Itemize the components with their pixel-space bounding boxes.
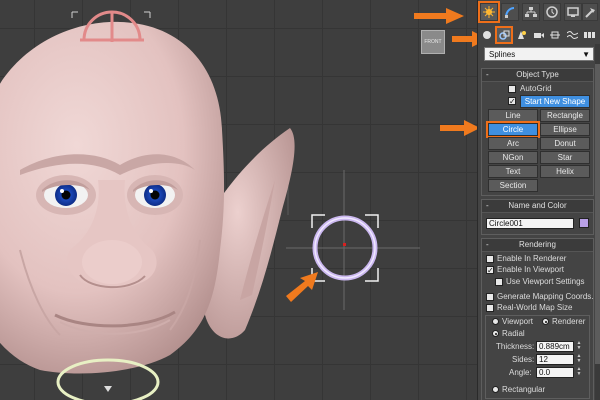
enable-renderer-label: Enable In Renderer <box>497 254 567 263</box>
command-panel-tabs <box>478 0 600 26</box>
dropdown-value: Splines <box>489 50 516 59</box>
ngon-button[interactable]: NGon <box>488 151 538 164</box>
helpers-category[interactable] <box>548 28 562 42</box>
create-category-tabs <box>478 26 600 44</box>
command-panel: Splines ▼ - Object Type AutoGrid ✓ Start… <box>477 0 600 400</box>
start-new-shape-button[interactable]: Start New Shape <box>520 95 590 108</box>
renderer-radio[interactable] <box>542 318 549 325</box>
radial-radio[interactable] <box>492 330 499 337</box>
generate-mapping-label: Generate Mapping Coords. <box>497 292 594 301</box>
name-color-header[interactable]: - Name and Color <box>482 200 593 213</box>
arc-button[interactable]: Arc <box>488 137 538 150</box>
real-world-map-label: Real-World Map Size <box>497 303 573 312</box>
display-tab[interactable] <box>564 3 582 21</box>
line-button[interactable]: Line <box>488 109 538 122</box>
hierarchy-icon <box>525 7 537 17</box>
object-name-input[interactable]: Circle001 <box>486 218 574 229</box>
shape-type-dropdown[interactable]: Splines ▼ <box>484 47 594 61</box>
collapse-sign: - <box>486 201 489 210</box>
viewport-radio-label: Viewport <box>502 317 533 326</box>
render-settings-group: Viewport Renderer Radial Thickness: 0.88… <box>485 315 590 399</box>
systems-category[interactable] <box>582 28 596 42</box>
geometry-icon <box>483 31 491 39</box>
start-new-shape-checkbox[interactable]: ✓ <box>508 97 516 106</box>
scrollbar-thumb[interactable] <box>595 64 600 364</box>
object-type-rollout: - Object Type AutoGrid ✓ Start New Shape… <box>481 68 594 196</box>
motion-icon <box>546 6 558 18</box>
cameras-category[interactable] <box>531 28 545 42</box>
section-button[interactable]: Section <box>488 179 538 192</box>
autogrid-checkbox[interactable] <box>508 85 516 93</box>
callout-arrow-circle-button <box>440 120 480 136</box>
space-warps-icon <box>566 31 578 39</box>
rectangular-label: Rectangular <box>502 385 546 394</box>
thickness-spinner[interactable]: ▲ ▼ <box>576 341 582 352</box>
modify-icon <box>505 7 515 18</box>
radial-label: Radial <box>502 329 525 338</box>
helpers-icon <box>550 31 560 39</box>
angle-input[interactable]: 0.0 <box>536 367 574 378</box>
rendering-header[interactable]: - Rendering <box>482 239 593 252</box>
circle-button[interactable]: Circle <box>486 121 540 138</box>
shapes-icon <box>498 30 509 40</box>
space-warps-category[interactable] <box>565 28 579 42</box>
sides-label: Sides: <box>512 355 535 364</box>
chevron-down-icon: ▼ <box>582 50 590 59</box>
star-button[interactable]: Star <box>540 151 590 164</box>
thickness-label: Thickness: <box>496 342 535 351</box>
ellipse-button[interactable]: Ellipse <box>540 123 590 136</box>
enable-viewport-label: Enable In Viewport <box>497 265 565 274</box>
collapse-sign: - <box>486 240 489 249</box>
front-viewport[interactable]: FRONT <box>0 0 477 400</box>
helix-button[interactable]: Helix <box>540 165 590 178</box>
scene <box>0 10 420 400</box>
rendering-rollout: - Rendering Enable In Renderer ✓ Enable … <box>481 238 594 400</box>
thickness-input[interactable]: 0.889cm <box>536 341 574 352</box>
modify-tab[interactable] <box>501 3 519 21</box>
text-button[interactable]: Text <box>488 165 538 178</box>
rectangle-button[interactable]: Rectangle <box>540 109 590 122</box>
angle-spinner[interactable]: ▲ ▼ <box>576 367 582 378</box>
lights-category[interactable] <box>514 28 528 42</box>
use-viewport-settings-checkbox[interactable] <box>495 278 503 286</box>
autogrid-label: AutoGrid <box>520 84 552 93</box>
rectangular-radio[interactable] <box>492 386 499 393</box>
geometry-category[interactable] <box>480 28 494 42</box>
sides-spinner[interactable]: ▲ ▼ <box>576 354 582 365</box>
lights-icon <box>518 31 526 39</box>
viewport-radio[interactable] <box>492 318 499 325</box>
utilities-tab[interactable] <box>582 3 598 21</box>
enable-renderer-checkbox[interactable] <box>486 255 494 263</box>
renderer-radio-label: Renderer <box>552 317 586 326</box>
name-color-rollout: - Name and Color Circle001 <box>481 199 594 235</box>
motion-tab[interactable] <box>543 3 561 21</box>
real-world-map-checkbox[interactable] <box>486 304 494 312</box>
systems-icon <box>583 32 595 38</box>
collapse-sign: - <box>486 70 489 79</box>
hierarchy-tab[interactable] <box>522 3 540 21</box>
generate-mapping-checkbox[interactable] <box>486 293 494 301</box>
hammer-icon <box>585 8 595 18</box>
shapes-category[interactable] <box>495 26 513 44</box>
angle-label: Angle: <box>509 368 532 377</box>
command-panel-scrollbar[interactable] <box>595 44 600 400</box>
display-icon <box>567 7 579 17</box>
character-head <box>0 21 225 374</box>
camera-icon <box>533 33 544 38</box>
donut-button[interactable]: Donut <box>540 137 590 150</box>
object-type-header[interactable]: - Object Type <box>482 69 593 82</box>
sides-input[interactable]: 12 <box>536 354 574 365</box>
object-color-swatch[interactable] <box>579 218 589 228</box>
enable-viewport-checkbox[interactable]: ✓ <box>486 266 494 275</box>
use-viewport-settings-label: Use Viewport Settings <box>506 277 585 286</box>
viewcube[interactable]: FRONT <box>421 30 445 54</box>
callout-arrow-create-tab <box>414 8 464 24</box>
create-tab[interactable] <box>478 1 500 23</box>
create-icon <box>483 6 495 18</box>
callout-arrow-circle <box>286 272 318 302</box>
